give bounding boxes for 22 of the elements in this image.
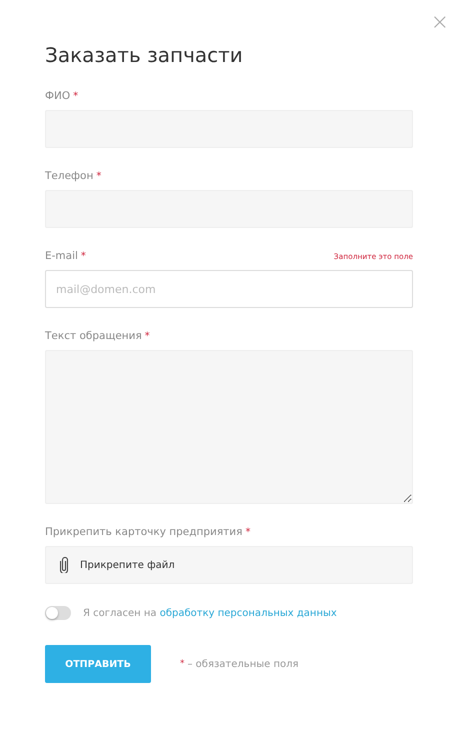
required-mark: * (80, 251, 86, 262)
field-label: ФИО (45, 90, 70, 102)
required-mark: * (73, 91, 78, 102)
file-field[interactable]: Прикрепите файл (45, 546, 413, 584)
message-field[interactable] (45, 350, 413, 504)
close-button[interactable]: × (430, 12, 449, 34)
field-label: Телефон (45, 170, 94, 182)
required-mark: * (96, 171, 102, 182)
field-label: Прикрепить карточку предприятия (45, 526, 242, 538)
input-field[interactable]: mail@domen.com (45, 270, 413, 308)
required-mark: * (180, 659, 184, 669)
consent-toggle[interactable] (45, 606, 71, 620)
dialog-title: Заказать запчасти (45, 42, 244, 68)
consent-text: Я согласен на обработку персональных данных (83, 608, 337, 618)
paperclip-icon (60, 557, 68, 573)
field-label: E-mail (45, 250, 78, 262)
privacy-link[interactable]: обработку персональных данных (160, 608, 337, 618)
field-label: Текст обращения (45, 330, 142, 342)
required-mark: * (144, 331, 150, 342)
required-mark: * (245, 527, 250, 538)
required-note: – обязательные поля (188, 658, 299, 670)
submit-button[interactable]: ОТПРАВИТЬ (45, 645, 151, 683)
